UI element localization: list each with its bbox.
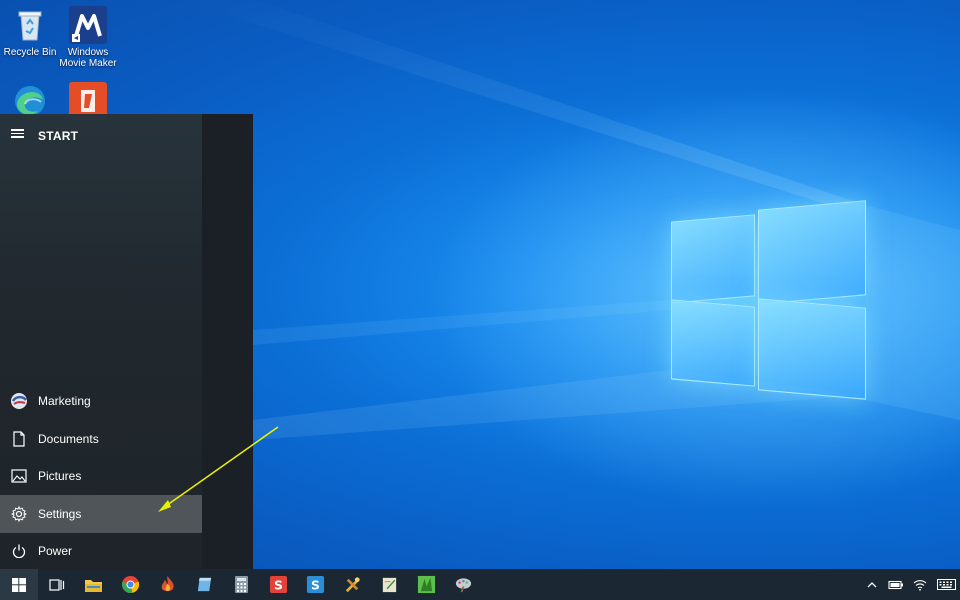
taskbar: S S [0, 569, 960, 600]
power-icon [0, 532, 38, 570]
start-item-power[interactable]: Power [0, 532, 202, 570]
start-item-label: Settings [38, 507, 82, 521]
system-tray [864, 569, 956, 600]
wifi-icon[interactable] [912, 577, 928, 593]
recycle-bin-label: Recycle Bin [3, 47, 57, 58]
start-item-settings[interactable]: Settings [0, 495, 202, 533]
battery-icon[interactable] [888, 577, 904, 593]
start-item-label: Marketing [38, 394, 91, 408]
chevron-up-icon[interactable] [864, 577, 880, 593]
start-title: START [38, 129, 79, 143]
taskbar-calculator[interactable] [223, 569, 260, 600]
notepad-app-icon [382, 577, 397, 593]
green-app-icon [417, 575, 436, 594]
movie-maker-icon [69, 6, 107, 44]
flame-app-icon [161, 575, 174, 592]
start-menu-tiles-area [202, 114, 253, 569]
taskbar-app-paint[interactable] [445, 569, 482, 600]
document-icon [0, 420, 38, 458]
tools-app-icon [345, 577, 360, 593]
red-s-app-icon: S [269, 575, 288, 594]
windows-start-icon [12, 577, 26, 592]
start-item-label: Power [38, 544, 73, 558]
start-item-documents[interactable]: Documents [0, 420, 202, 458]
taskbar-app-blue-s[interactable]: S [297, 569, 334, 600]
hamburger-menu-icon[interactable] [10, 127, 26, 143]
chrome-icon [121, 575, 140, 594]
svg-text:S: S [311, 578, 320, 592]
taskbar-app-flame[interactable] [149, 569, 186, 600]
start-menu: START Marketing Documents Pictures Setti… [0, 114, 253, 569]
gear-icon [0, 495, 38, 533]
recycle-bin-icon [11, 6, 49, 44]
paint-app-icon [455, 578, 472, 593]
taskbar-app-notepad[interactable] [371, 569, 408, 600]
taskbar-chrome[interactable] [112, 569, 149, 600]
start-button[interactable] [0, 569, 38, 600]
taskbar-task-view[interactable] [38, 569, 75, 600]
start-item-pictures[interactable]: Pictures [0, 457, 202, 495]
blue-s-app-icon: S [306, 575, 325, 594]
taskbar-app-green[interactable] [408, 569, 445, 600]
svg-text:S: S [274, 578, 283, 592]
start-item-marketing[interactable]: Marketing [0, 382, 202, 420]
desktop: Recycle Bin Windows Movie Maker START Ma… [0, 0, 960, 600]
desktop-icon-recycle-bin[interactable]: Recycle Bin [0, 6, 60, 58]
calculator-icon [235, 576, 248, 593]
desktop-icon-movie-maker[interactable]: Windows Movie Maker [58, 6, 118, 69]
taskbar-app-red-s[interactable]: S [260, 569, 297, 600]
taskbar-app-tools[interactable] [334, 569, 371, 600]
keyboard-icon[interactable] [936, 577, 956, 593]
taskbar-app-blue-book[interactable] [186, 569, 223, 600]
start-item-label: Documents [38, 432, 99, 446]
start-item-label: Pictures [38, 469, 82, 483]
pictures-icon [0, 457, 38, 495]
movie-maker-label: Windows Movie Maker [59, 47, 117, 69]
user-avatar-icon [0, 382, 38, 420]
file-explorer-icon [85, 579, 102, 592]
taskbar-file-explorer[interactable] [75, 569, 112, 600]
task-view-icon [48, 578, 64, 591]
book-app-icon [197, 577, 212, 592]
